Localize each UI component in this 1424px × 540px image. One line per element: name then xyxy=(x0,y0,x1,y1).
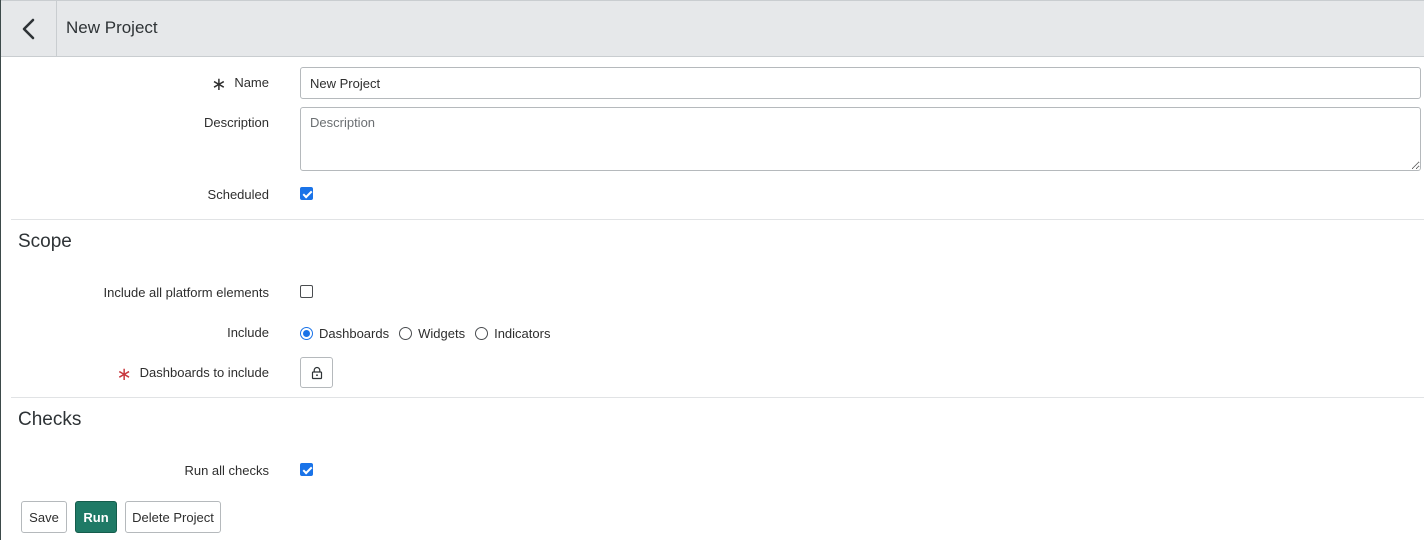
include-all-platform-checkbox[interactable] xyxy=(300,285,313,298)
run-all-checks-label: Run all checks xyxy=(184,463,269,478)
save-button[interactable]: Save xyxy=(21,501,67,533)
back-button[interactable] xyxy=(1,1,57,57)
radio-indicators[interactable]: Indicators xyxy=(475,326,550,341)
scope-section-title: Scope xyxy=(18,231,72,252)
name-input[interactable] xyxy=(300,67,1421,99)
radio-dashboards[interactable]: Dashboards xyxy=(300,326,389,341)
run-button[interactable]: Run xyxy=(75,501,117,533)
required-asterisk-icon: ∗ xyxy=(211,74,227,94)
include-all-platform-label: Include all platform elements xyxy=(103,285,269,300)
radio-widgets[interactable]: Widgets xyxy=(399,326,465,341)
include-label: Include xyxy=(227,325,269,340)
radio-button[interactable] xyxy=(300,326,313,340)
delete-project-button[interactable]: Delete Project xyxy=(125,501,221,533)
run-all-checks-checkbox[interactable] xyxy=(300,463,313,476)
radio-button[interactable] xyxy=(475,326,489,340)
include-radio-group: Dashboards Widgets Indicators xyxy=(300,324,560,342)
scheduled-checkbox[interactable] xyxy=(300,187,313,200)
radio-button[interactable] xyxy=(399,326,413,340)
name-label: ∗ Name xyxy=(211,74,269,94)
section-divider xyxy=(11,397,1424,398)
section-divider xyxy=(11,219,1424,220)
lock-icon xyxy=(311,366,322,379)
description-textarea[interactable] xyxy=(300,107,1421,171)
dashboards-lock-button[interactable] xyxy=(300,357,333,388)
description-label: Description xyxy=(203,115,269,130)
scheduled-label: Scheduled xyxy=(207,187,269,202)
dashboards-to-include-label: ∗ Dashboards to include xyxy=(116,364,269,384)
required-asterisk-icon: ∗ xyxy=(116,364,132,384)
checks-section-title: Checks xyxy=(18,409,82,430)
chevron-left-icon xyxy=(22,18,34,40)
page-header: New Project xyxy=(1,0,1424,57)
page-title: New Project xyxy=(66,18,158,37)
